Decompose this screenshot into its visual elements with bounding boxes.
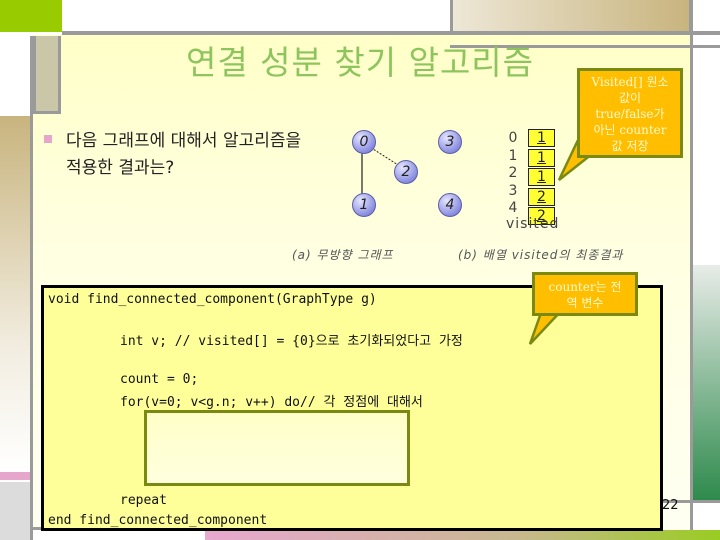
bullet-marker-icon bbox=[44, 135, 52, 143]
slide-title: 연결 성분 찾기 알고리즘 bbox=[185, 43, 535, 82]
array-index: 0 bbox=[508, 130, 518, 146]
page-number: 22 bbox=[662, 498, 679, 513]
array-cell: 1 bbox=[528, 148, 555, 167]
code-signature: void find_connected_component(GraphType … bbox=[48, 292, 377, 307]
callout1-line: 값이 bbox=[618, 91, 642, 105]
array-cell: 1 bbox=[528, 168, 555, 186]
array-index: 3 bbox=[508, 182, 518, 199]
graph-caption: (a) 무방향 그래프 bbox=[292, 248, 394, 262]
bullet-text-line1: 다음 그래프에 대해서 알고리즘을 bbox=[66, 131, 302, 151]
array-index: 2 bbox=[508, 165, 518, 181]
callout2-line: counter는 전 bbox=[548, 280, 622, 294]
decor-top-right-gradient bbox=[450, 0, 692, 33]
decor-bottom-gradient bbox=[205, 530, 720, 540]
callout2-line: 역 변수 bbox=[566, 296, 604, 310]
array-caption: (b) 배열 visited의 최종결과 bbox=[458, 248, 624, 262]
callout1-line: 값 저장 bbox=[611, 139, 649, 153]
array-index: 1 bbox=[508, 147, 518, 164]
code-line-for: for(v=0; v<g.n; v++) do// 각 정점에 대해서 bbox=[120, 395, 423, 410]
array-label: visited bbox=[506, 216, 560, 232]
graph-node-4: 4 bbox=[438, 193, 462, 217]
visited-note-callout: Visited[] 원소 값이 true/false가 아닌 counter 값… bbox=[577, 68, 683, 158]
bullet-item: 다음 그래프에 대해서 알고리즘을 적용한 결과는? bbox=[44, 128, 301, 182]
code-line-count: count = 0; bbox=[120, 372, 199, 387]
callout1-line: true/false가 bbox=[595, 107, 665, 121]
array-cell: 2 bbox=[528, 187, 555, 206]
decor-top-line bbox=[62, 31, 720, 35]
array-cell: 1 bbox=[528, 129, 555, 147]
array-index: 4 bbox=[508, 200, 518, 216]
graph-node-0: 0 bbox=[352, 130, 376, 154]
code-line-end: end find_connected_component bbox=[48, 513, 268, 528]
code-line-init: int v; // visited[] = {0}으로 초기화되었다고 가정 bbox=[120, 334, 463, 349]
graph-node-2: 2 bbox=[394, 160, 418, 184]
decor-top-green-block bbox=[0, 0, 62, 32]
graph-node-1: 1 bbox=[352, 193, 376, 217]
array-indices: 0 1 2 3 4 bbox=[506, 130, 520, 218]
decor-left-gray-block bbox=[0, 482, 30, 540]
decor-left-gradient bbox=[0, 116, 30, 472]
callout1-line: Visited[] 원소 bbox=[591, 75, 669, 89]
code-line-repeat: repeat bbox=[120, 493, 167, 508]
bullet-text-line2: 적용한 결과는? bbox=[66, 158, 175, 178]
code-placeholder-box bbox=[144, 410, 410, 486]
decor-left-pink-bar bbox=[0, 472, 30, 480]
decor-left-vline bbox=[30, 36, 33, 540]
decor-right-green-gradient bbox=[693, 265, 720, 500]
decor-left-tan-square bbox=[33, 36, 61, 114]
counter-note-callout: counter는 전 역 변수 bbox=[532, 272, 638, 316]
graph-node-3: 3 bbox=[438, 130, 462, 154]
callout1-line: 아닌 counter bbox=[593, 123, 667, 137]
visited-array: 1 1 1 2 2 bbox=[528, 129, 555, 227]
